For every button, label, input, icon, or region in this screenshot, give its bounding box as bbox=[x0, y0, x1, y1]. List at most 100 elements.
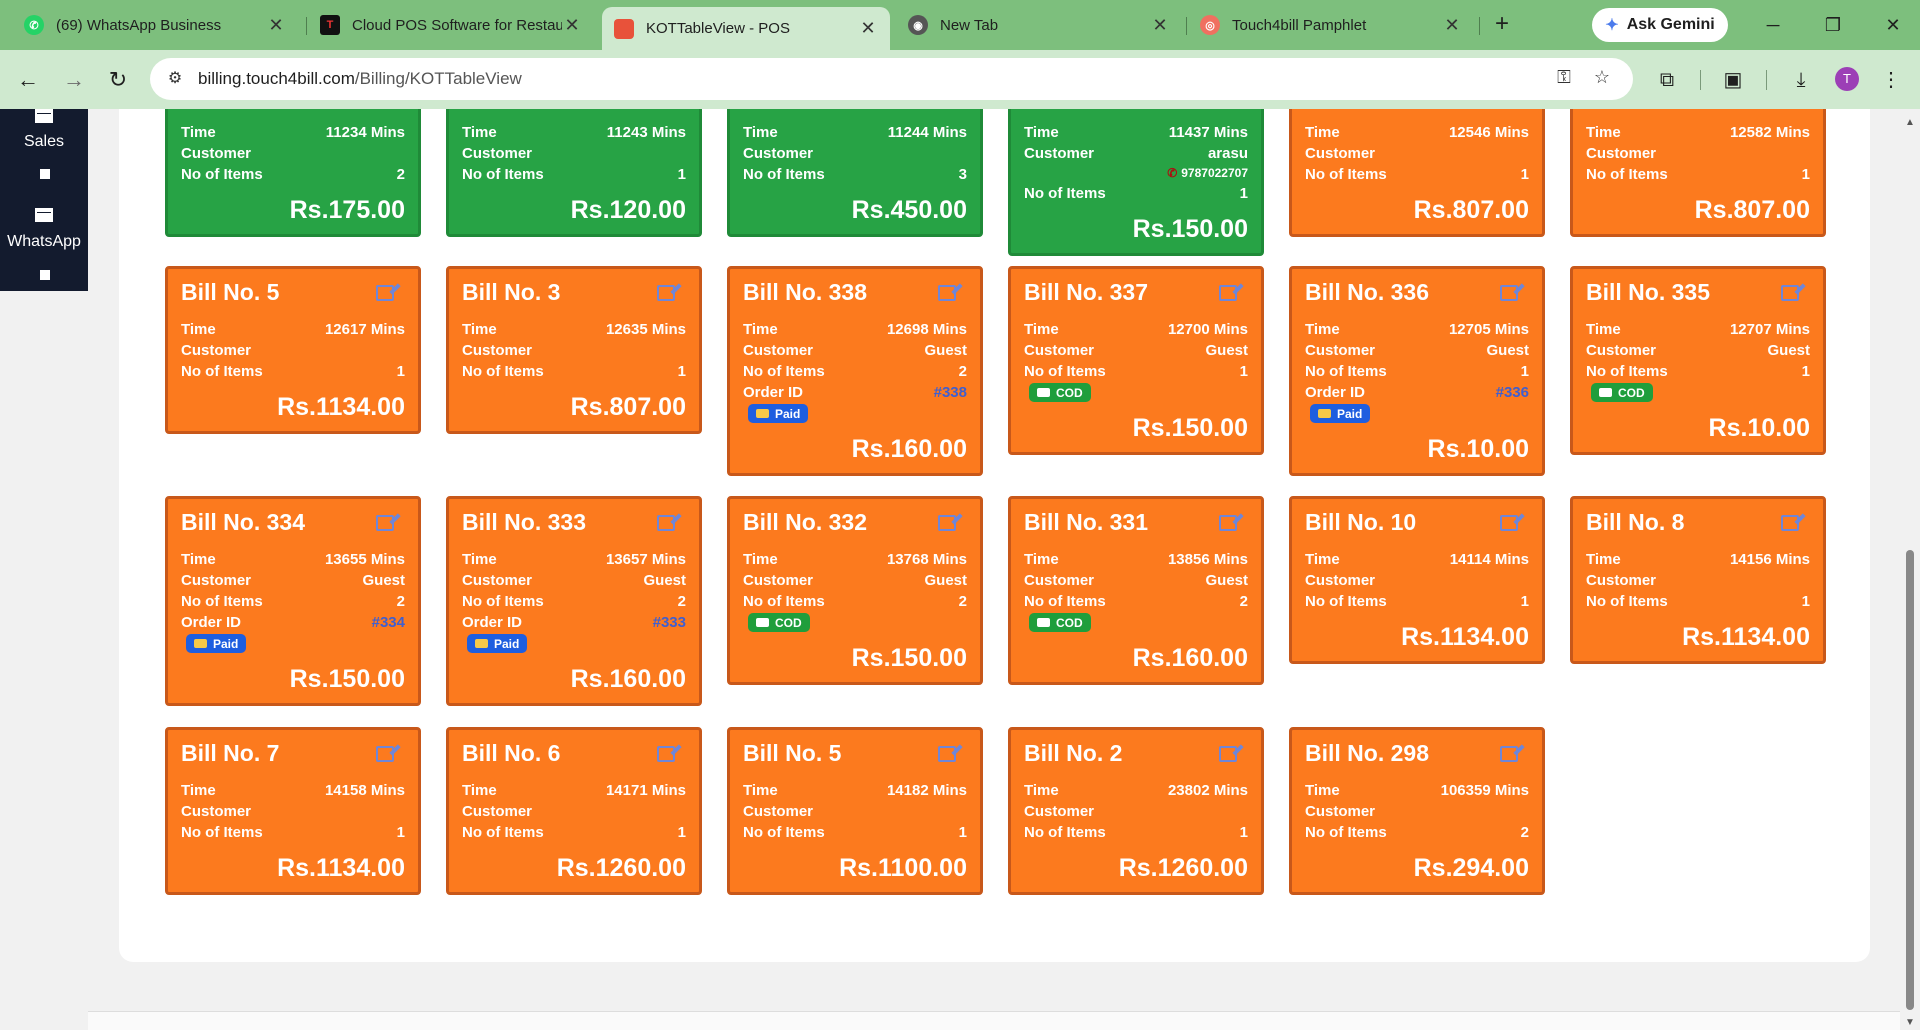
site-settings-icon[interactable]: ⚙ bbox=[164, 68, 186, 90]
tab-kottableview[interactable]: KOTTableView - POS ✕ bbox=[602, 7, 890, 50]
customer-row: Customer Guest bbox=[743, 570, 967, 591]
order-id-value[interactable]: #336 bbox=[1496, 384, 1529, 401]
minimize-icon[interactable]: ─ bbox=[1755, 10, 1791, 40]
chrome-icon: ◉ bbox=[908, 15, 928, 35]
time-value: 13655 Mins bbox=[324, 551, 405, 568]
extensions-icon[interactable]: ⧉ bbox=[1652, 65, 1682, 95]
items-value: 2 bbox=[958, 363, 967, 380]
sidebar-item-whatsapp[interactable]: WhatsApp bbox=[0, 233, 88, 251]
payment-status-badge: COD bbox=[1591, 383, 1653, 402]
window-close-icon[interactable]: ✕ bbox=[1875, 10, 1911, 40]
time-label: Time bbox=[1305, 551, 1340, 568]
kot-card[interactable]: Bill No. 331 Time 13856 Mins Customer Guest N… bbox=[1008, 496, 1264, 685]
address-bar[interactable]: ⚙ billing.touch4bill.com/Billing/KOTTabl… bbox=[150, 58, 1633, 100]
kot-card[interactable]: Bill No. 332 Time 13768 Mins Customer Guest N… bbox=[727, 496, 983, 685]
kot-card[interactable]: Bill No. 335 Time 12707 Mins Customer Guest N… bbox=[1570, 266, 1826, 455]
download-icon[interactable]: ⤓ bbox=[1786, 65, 1816, 95]
whatsapp-icon: ✆ bbox=[24, 15, 44, 35]
edit-icon[interactable] bbox=[938, 515, 956, 531]
edit-icon[interactable] bbox=[657, 746, 675, 762]
kot-card[interactable]: Time 11243 Mins Customer No of Items 1 Rs.120… bbox=[446, 109, 702, 237]
edit-icon[interactable] bbox=[1219, 515, 1237, 531]
close-icon[interactable]: ✕ bbox=[858, 18, 878, 39]
kot-card[interactable]: Bill No. 8 Time 14156 Mins Customer No of It… bbox=[1570, 496, 1826, 664]
scroll-down-icon[interactable]: ▼ bbox=[1905, 1017, 1915, 1028]
edit-icon[interactable] bbox=[938, 285, 956, 301]
tab-whatsapp[interactable]: ✆ (69) WhatsApp Business ✕ bbox=[12, 7, 298, 43]
tab-new-tab[interactable]: ◉ New Tab ✕ bbox=[896, 7, 1182, 43]
scrollbar[interactable]: ▲ ▼ bbox=[1900, 109, 1920, 1030]
cash-icon bbox=[1037, 618, 1050, 627]
customer-label: Customer bbox=[181, 572, 252, 589]
close-icon[interactable]: ✕ bbox=[266, 15, 286, 36]
edit-icon[interactable] bbox=[1500, 515, 1518, 531]
kot-card[interactable]: Bill No. 334 Time 13655 Mins Customer Guest N… bbox=[165, 496, 421, 706]
kot-card[interactable]: Bill No. 5 Time 14182 Mins Customer No of It… bbox=[727, 727, 983, 895]
customer-value: Guest bbox=[1205, 342, 1248, 359]
card-icon bbox=[475, 639, 488, 648]
sidebar-item-sales[interactable]: Sales bbox=[0, 133, 88, 151]
kot-card[interactable]: Bill No. 2 Time 23802 Mins Customer No of It… bbox=[1008, 727, 1264, 895]
kot-card[interactable]: Bill No. 3 Time 12635 Mins Customer No of It… bbox=[446, 266, 702, 434]
kot-card[interactable]: Bill No. 333 Time 13657 Mins Customer Guest N… bbox=[446, 496, 702, 706]
edit-icon[interactable] bbox=[1219, 285, 1237, 301]
kot-card[interactable]: Bill No. 298 Time 106359 Mins Customer No of… bbox=[1289, 727, 1545, 895]
card-icon bbox=[756, 409, 769, 418]
bill-amount: Rs.807.00 bbox=[1694, 196, 1810, 224]
kot-card[interactable]: Time 11244 Mins Customer No of Items 3 Rs.450… bbox=[727, 109, 983, 237]
edit-icon[interactable] bbox=[1500, 285, 1518, 301]
kot-card[interactable]: Time 12546 Mins Customer No of Items 1 Rs.807… bbox=[1289, 109, 1545, 237]
kot-card[interactable]: Time 12582 Mins Customer No of Items 1 Rs.807… bbox=[1570, 109, 1826, 237]
scroll-up-icon[interactable]: ▲ bbox=[1905, 117, 1915, 128]
kot-card[interactable]: Bill No. 10 Time 14114 Mins Customer No of I… bbox=[1289, 496, 1545, 664]
tab-search-icon[interactable]: ▣ bbox=[1718, 65, 1748, 95]
edit-icon[interactable] bbox=[938, 746, 956, 762]
close-icon[interactable]: ✕ bbox=[562, 15, 582, 36]
kot-card[interactable]: Bill No. 7 Time 14158 Mins Customer No of It… bbox=[165, 727, 421, 895]
password-key-icon[interactable]: ⚿ bbox=[1552, 67, 1576, 91]
bill-amount: Rs.1134.00 bbox=[277, 393, 405, 421]
kot-card[interactable]: Bill No. 336 Time 12705 Mins Customer Guest N… bbox=[1289, 266, 1545, 476]
edit-icon[interactable] bbox=[376, 515, 394, 531]
bookmark-star-icon[interactable]: ☆ bbox=[1590, 67, 1614, 91]
bill-number: Bill No. 337 bbox=[1024, 279, 1148, 305]
edit-icon[interactable] bbox=[657, 285, 675, 301]
new-tab-button[interactable]: + bbox=[1488, 11, 1516, 39]
time-label: Time bbox=[1024, 321, 1059, 338]
menu-dots-icon[interactable]: ⋮ bbox=[1876, 65, 1906, 95]
tab-cloud-pos[interactable]: T Cloud POS Software for Restau ✕ bbox=[308, 7, 594, 43]
reload-icon[interactable]: ↻ bbox=[103, 65, 133, 95]
order-id-value[interactable]: #338 bbox=[934, 384, 967, 401]
back-arrow-icon[interactable]: ← bbox=[13, 65, 43, 95]
scrollbar-thumb[interactable] bbox=[1906, 550, 1914, 1010]
edit-icon[interactable] bbox=[657, 515, 675, 531]
forward-arrow-icon[interactable]: → bbox=[59, 65, 89, 95]
kot-card[interactable]: Bill No. 338 Time 12698 Mins Customer Guest N… bbox=[727, 266, 983, 476]
time-value: 12617 Mins bbox=[324, 321, 405, 338]
avatar[interactable]: T bbox=[1835, 67, 1859, 91]
ask-gemini-button[interactable]: ✦ Ask Gemini bbox=[1592, 8, 1728, 42]
kot-card[interactable]: Bill No. 6 Time 14171 Mins Customer No of It… bbox=[446, 727, 702, 895]
edit-icon[interactable] bbox=[1500, 746, 1518, 762]
kot-card[interactable]: Time 11234 Mins Customer No of Items 2 Rs.175… bbox=[165, 109, 421, 237]
order-id-value[interactable]: #334 bbox=[372, 614, 405, 631]
kot-card[interactable]: Time 11437 Mins Customer arasu ✆ 9787022707 No… bbox=[1008, 109, 1264, 256]
kot-card[interactable]: Bill No. 5 Time 12617 Mins Customer No of It… bbox=[165, 266, 421, 434]
items-row: No of Items 1 bbox=[1305, 164, 1529, 185]
bill-amount: Rs.1134.00 bbox=[277, 854, 405, 882]
time-value: 14182 Mins bbox=[886, 782, 967, 799]
order-id-value[interactable]: #333 bbox=[653, 614, 686, 631]
kot-card[interactable]: Bill No. 337 Time 12700 Mins Customer Guest N… bbox=[1008, 266, 1264, 455]
tab-pamphlet[interactable]: ◎ Touch4bill Pamphlet ✕ bbox=[1188, 7, 1474, 43]
edit-icon[interactable] bbox=[376, 285, 394, 301]
close-icon[interactable]: ✕ bbox=[1442, 15, 1462, 36]
edit-icon[interactable] bbox=[1219, 746, 1237, 762]
restore-icon[interactable]: ❐ bbox=[1815, 10, 1851, 40]
edit-icon[interactable] bbox=[376, 746, 394, 762]
items-value: 1 bbox=[396, 824, 405, 841]
time-row: Time 12700 Mins bbox=[1024, 319, 1248, 340]
bill-amount: Rs.150.00 bbox=[1132, 215, 1248, 243]
edit-icon[interactable] bbox=[1781, 515, 1799, 531]
edit-icon[interactable] bbox=[1781, 285, 1799, 301]
close-icon[interactable]: ✕ bbox=[1150, 15, 1170, 36]
